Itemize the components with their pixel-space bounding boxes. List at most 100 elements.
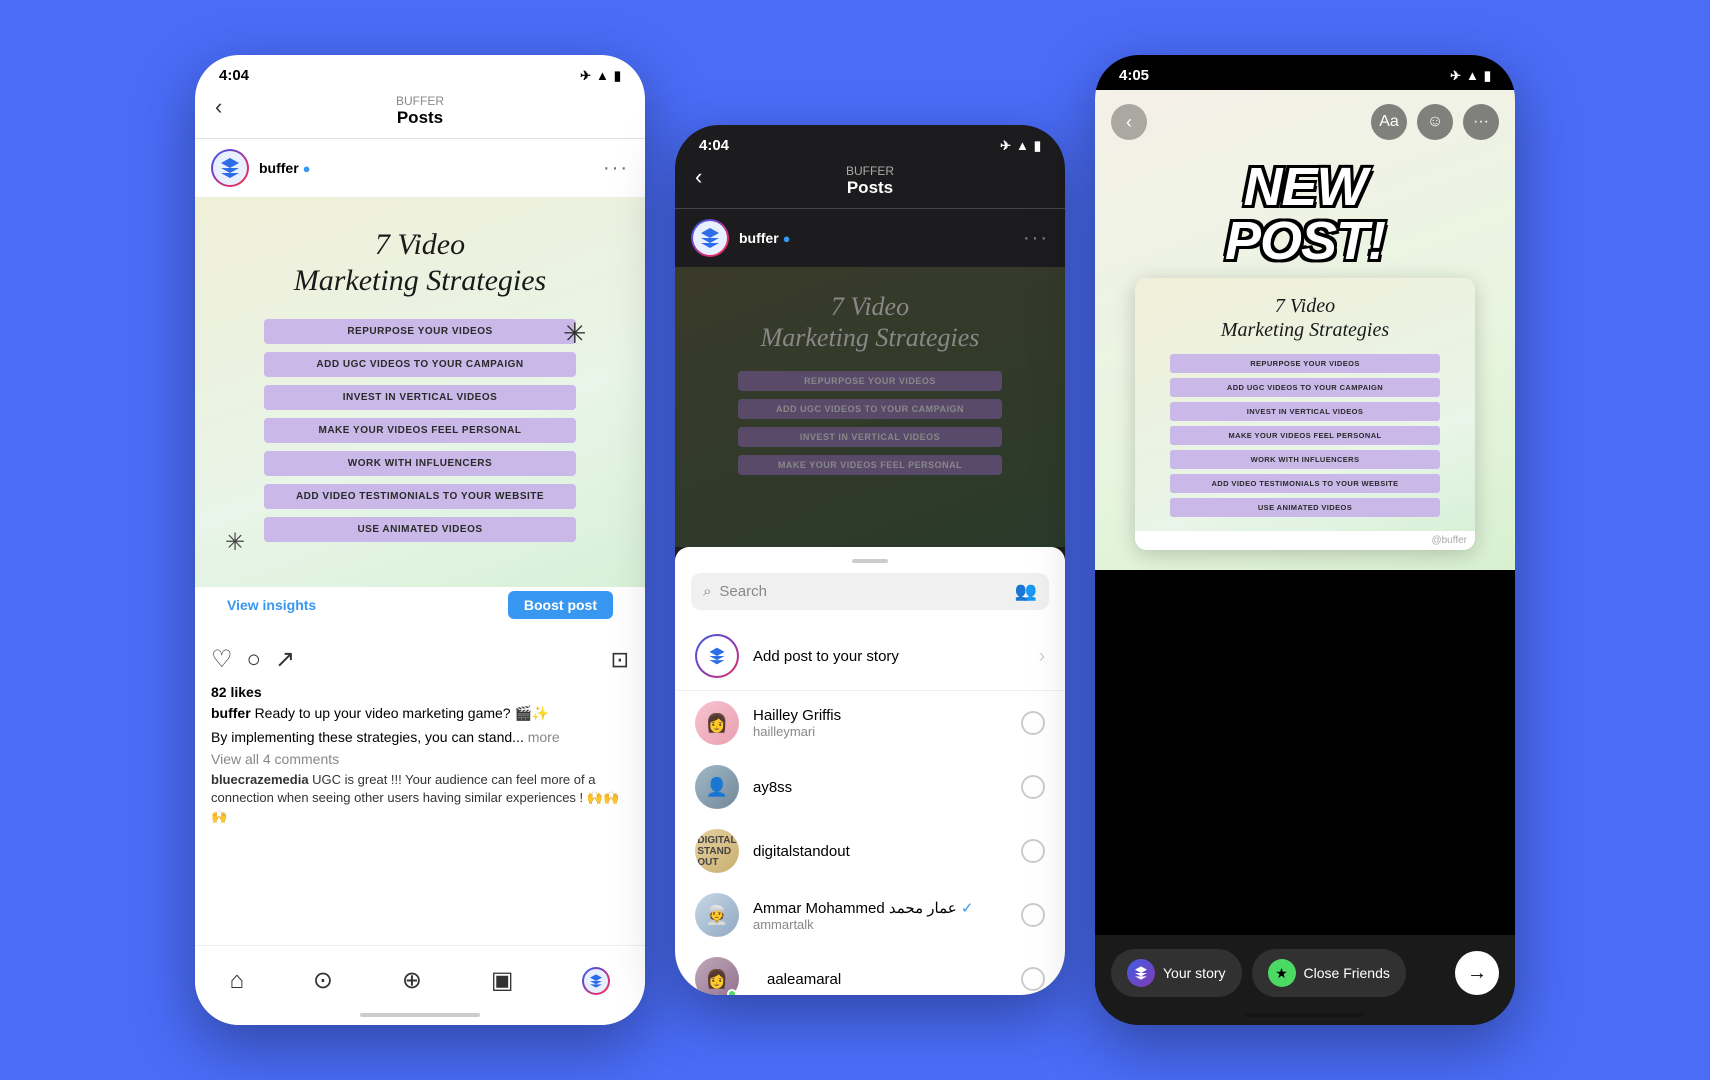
story-back-button[interactable]: ‹ xyxy=(1111,104,1147,140)
more-options-2[interactable]: ··· xyxy=(1023,227,1049,250)
contact-digital[interactable]: DIGITALSTANDOUT digitalstandout xyxy=(675,819,1065,883)
like-icon[interactable]: ♡ xyxy=(211,645,233,674)
wifi-icon: ▲ xyxy=(596,68,609,83)
post-image-1: 7 Video Marketing Strategies REPURPOSE Y… xyxy=(195,197,645,587)
post-header-1: buffer ● ··· xyxy=(195,139,645,197)
more-options-1[interactable]: ··· xyxy=(603,157,629,180)
buffer-logo-1 xyxy=(218,156,242,180)
buffer-watermark: @buffer xyxy=(1135,531,1475,550)
strategy-2: ADD UGC VIDEOS TO YOUR CAMPAIGN xyxy=(264,352,576,377)
verified-badge-1: ● xyxy=(303,161,311,176)
post-card-list: REPURPOSE YOUR VIDEOS ADD UGC VIDEOS TO … xyxy=(1170,354,1440,517)
close-friends-icon: ★ xyxy=(1268,959,1296,987)
strategy-5: WORK WITH INFLUENCERS xyxy=(264,451,576,476)
strategy-list-dim: REPURPOSE YOUR VIDEOS ADD UGC VIDEOS TO … xyxy=(738,371,1002,475)
radio-hailley[interactable] xyxy=(1021,711,1045,735)
radio-ammar[interactable] xyxy=(1021,903,1045,927)
bookmark-icon[interactable]: ⊡ xyxy=(611,647,629,673)
add-people-icon[interactable]: 👥 xyxy=(1015,581,1037,602)
caption-user: buffer xyxy=(211,705,251,721)
contact-name-ay8ss: ay8ss xyxy=(753,779,1007,796)
home-indicator-3 xyxy=(1245,1013,1365,1017)
status-icons-2: ✈ ▲ ▮ xyxy=(1000,138,1041,154)
add-nav-icon[interactable]: ⊕ xyxy=(402,966,422,995)
card-strategy-4: MAKE YOUR VIDEOS FEEL PERSONAL xyxy=(1170,426,1440,445)
strategy-6: ADD VIDEO TESTIMONIALS TO YOUR WEBSITE xyxy=(264,484,576,509)
comment-user: bluecrazemedia xyxy=(211,772,309,787)
post-card-embed: 7 Video Marketing Strategies REPURPOSE Y… xyxy=(1135,278,1475,550)
card-strategy-6: ADD VIDEO TESTIMONIALS TO YOUR WEBSITE xyxy=(1170,474,1440,493)
contact-name-ammar: Ammar Mohammed عمار محمد ✓ xyxy=(753,899,1007,917)
story-btn-avatar xyxy=(1127,959,1155,987)
battery-icon-3: ▮ xyxy=(1484,68,1491,84)
online-dot-aalea xyxy=(727,989,737,995)
post-actions: ♡ ○ ↗ ⊡ xyxy=(195,635,645,684)
radio-ay8ss[interactable] xyxy=(1021,775,1045,799)
time-3: 4:05 xyxy=(1119,67,1149,84)
your-story-button[interactable]: Your story xyxy=(1111,949,1242,997)
nav-title-1: Posts xyxy=(397,108,443,128)
wifi-icon-3: ▲ xyxy=(1466,68,1479,83)
story-bottom-bar: Your story ★ Close Friends → xyxy=(1095,935,1515,1025)
card-strategy-2: ADD UGC VIDEOS TO YOUR CAMPAIGN xyxy=(1170,378,1440,397)
avatar-2[interactable] xyxy=(691,219,729,257)
story-avatar xyxy=(695,634,739,678)
time-2: 4:04 xyxy=(699,137,729,154)
strategy-dim-2: ADD UGC VIDEOS TO YOUR CAMPAIGN xyxy=(738,399,1002,419)
home-nav-icon[interactable]: ⌂ xyxy=(229,967,244,995)
contact-handle-hailley: hailleymari xyxy=(753,724,1007,739)
contact-name-digital: digitalstandout xyxy=(753,843,1007,860)
share-icon[interactable]: ↗ xyxy=(275,645,295,674)
new-post-text: NEW POST! xyxy=(1225,160,1385,268)
post-header-2: buffer ● ··· xyxy=(675,209,1065,267)
avatar-inner-2 xyxy=(693,221,727,255)
back-button-2[interactable]: ‹ xyxy=(695,164,702,190)
contact-ammar[interactable]: 👳 Ammar Mohammed عمار محمد ✓ ammartalk xyxy=(675,883,1065,947)
caption-more: By implementing these strategies, you ca… xyxy=(195,728,645,752)
contact-aalea[interactable]: 👩 aaleamaral xyxy=(675,947,1065,995)
boost-post-button[interactable]: Boost post xyxy=(508,591,613,619)
phone-3: 4:05 ✈ ▲ ▮ ‹ Aa ☺ ··· NEW POST! xyxy=(1095,55,1515,1025)
close-friends-label: Close Friends xyxy=(1304,965,1390,981)
story-header: ‹ Aa ☺ ··· xyxy=(1095,90,1515,154)
radio-digital[interactable] xyxy=(1021,839,1045,863)
search-nav-icon[interactable]: ⊙ xyxy=(313,966,333,995)
emoji-tool-button[interactable]: ☺ xyxy=(1417,104,1453,140)
search-row[interactable]: ⌕ Search 👥 xyxy=(691,573,1049,610)
strategy-4: MAKE YOUR VIDEOS FEEL PERSONAL xyxy=(264,418,576,443)
comment-row: bluecrazemedia UGC is great !!! Your aud… xyxy=(195,771,645,830)
story-send-button[interactable]: → xyxy=(1455,951,1499,995)
comment-icon[interactable]: ○ xyxy=(247,646,262,674)
radio-aalea[interactable] xyxy=(1021,967,1045,991)
contact-ay8ss[interactable]: 👤 ay8ss xyxy=(675,755,1065,819)
contact-hailley[interactable]: 👩 Hailley Griffis hailleymari xyxy=(675,691,1065,755)
starburst-1: ✳ xyxy=(563,317,605,359)
back-button-1[interactable]: ‹ xyxy=(215,94,222,120)
status-bar-1: 4:04 ✈ ▲ ▮ xyxy=(195,55,645,90)
close-friends-button[interactable]: ★ Close Friends xyxy=(1252,949,1406,997)
card-strategy-1: REPURPOSE YOUR VIDEOS xyxy=(1170,354,1440,373)
story-row[interactable]: Add post to your story › xyxy=(675,622,1065,691)
caption-text: Ready to up your video marketing game? 🎬… xyxy=(255,705,550,721)
status-bar-3: 4:05 ✈ ▲ ▮ xyxy=(1095,55,1515,90)
avatar-1[interactable] xyxy=(211,149,249,187)
avatar-hailley: 👩 xyxy=(695,701,739,745)
text-tool-button[interactable]: Aa xyxy=(1371,104,1407,140)
chevron-right-icon: › xyxy=(1039,646,1045,667)
status-bar-2: 4:04 ✈ ▲ ▮ xyxy=(675,125,1065,160)
contact-name-hailley: Hailley Griffis xyxy=(753,707,1007,724)
avatar-inner-1 xyxy=(213,151,247,185)
plane-icon-3: ✈ xyxy=(1450,68,1461,84)
profile-nav-icon[interactable] xyxy=(582,967,610,995)
buffer-logo-2 xyxy=(698,226,722,250)
post-card-title: 7 Video Marketing Strategies xyxy=(1221,294,1389,342)
reels-nav-icon[interactable]: ▣ xyxy=(491,966,514,995)
view-insights-button[interactable]: View insights xyxy=(227,597,316,613)
more-link[interactable]: more xyxy=(528,729,560,745)
your-story-label: Your story xyxy=(1163,965,1226,981)
nav-subtitle-2: BUFFER xyxy=(846,164,894,178)
view-comments[interactable]: View all 4 comments xyxy=(195,751,645,771)
search-placeholder[interactable]: Search xyxy=(719,583,1006,600)
avatar-digital: DIGITALSTANDOUT xyxy=(695,829,739,873)
more-tool-button[interactable]: ··· xyxy=(1463,104,1499,140)
